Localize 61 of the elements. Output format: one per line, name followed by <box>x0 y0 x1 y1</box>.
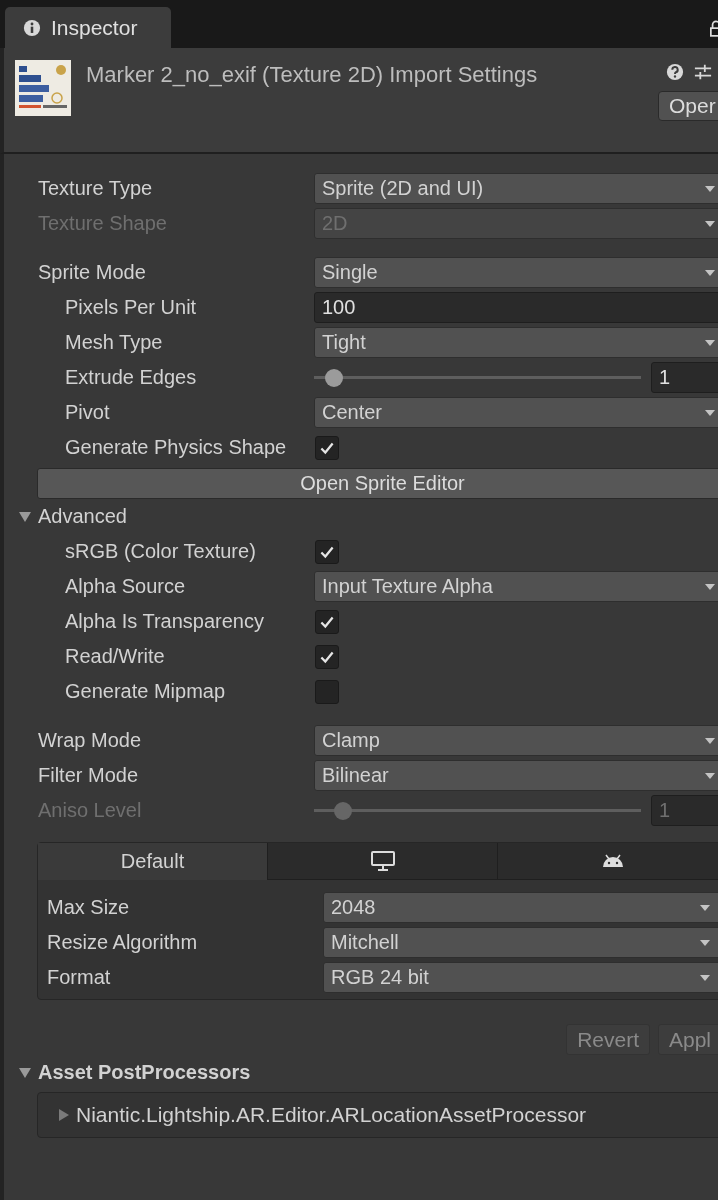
expand-triangle-icon[interactable] <box>57 1108 71 1122</box>
field-label: Alpha Is Transparency <box>65 610 265 633</box>
field-label: Pixels Per Unit <box>65 296 198 319</box>
checkbox[interactable] <box>315 644 339 669</box>
field-label: Max Size <box>47 896 131 919</box>
foldout-label[interactable]: Advanced <box>38 505 314 528</box>
dropdown-arrow-icon <box>700 975 710 981</box>
checkbox[interactable] <box>315 435 339 460</box>
field-label: Extrude Edges <box>65 366 198 389</box>
field-label: Filter Mode <box>38 764 140 787</box>
field-label: Sprite Mode <box>38 261 147 284</box>
open-button[interactable]: Oper <box>658 91 718 121</box>
platform-tab[interactable]: Default <box>38 843 267 880</box>
field-label: Alpha Source <box>65 575 187 598</box>
dropdown[interactable]: Tight <box>314 327 718 358</box>
checkbox[interactable] <box>315 539 339 564</box>
slider-thumb[interactable] <box>324 368 343 387</box>
info-icon <box>23 18 41 37</box>
monitor-icon <box>370 851 395 871</box>
dropdown-arrow-icon <box>700 905 710 911</box>
dropdown-arrow-icon <box>705 410 715 416</box>
dropdown-arrow-icon <box>705 340 715 346</box>
number-field[interactable]: 1 <box>651 362 718 393</box>
inspector-tab[interactable]: Inspector <box>5 7 171 48</box>
dropdown[interactable]: RGB 24 bit <box>323 962 718 993</box>
checkbox[interactable] <box>315 679 339 704</box>
field-label: Read/Write <box>65 645 166 668</box>
dropdown-arrow-icon <box>705 221 715 227</box>
open-sprite-editor-button[interactable]: Open Sprite Editor <box>37 468 718 499</box>
help-icon[interactable] <box>666 63 684 81</box>
dropdown-arrow-icon <box>705 773 715 779</box>
dropdown[interactable]: Mitchell <box>323 927 718 958</box>
dropdown[interactable]: 2048 <box>323 892 718 923</box>
dropdown[interactable]: Bilinear <box>314 760 718 791</box>
dropdown[interactable]: Sprite (2D and UI) <box>314 173 718 204</box>
field-label: Wrap Mode <box>38 729 142 752</box>
dropdown-arrow-icon <box>705 584 715 590</box>
field-label: Texture Type <box>38 177 154 200</box>
dropdown-arrow-icon <box>705 738 715 744</box>
field-label: Pivot <box>65 401 111 424</box>
dropdown-arrow-icon <box>700 940 710 946</box>
dropdown[interactable]: Clamp <box>314 725 718 756</box>
sliders-icon[interactable] <box>694 63 712 81</box>
dropdown[interactable]: Input Texture Alpha <box>314 571 718 602</box>
dropdown-arrow-icon <box>705 270 715 276</box>
dropdown[interactable]: Center <box>314 397 718 428</box>
field-label: Generate Mipmap <box>65 680 227 703</box>
section-heading[interactable]: Asset PostProcessors <box>38 1061 314 1084</box>
import-settings-title: Marker 2_no_exif (Texture 2D) Import Settings <box>86 62 538 89</box>
field-label: sRGB (Color Texture) <box>65 540 257 563</box>
checkbox[interactable] <box>315 609 339 634</box>
foldout-triangle-icon[interactable] <box>18 1065 32 1080</box>
field-label: Generate Physics Shape <box>65 436 288 459</box>
foldout-triangle-icon[interactable] <box>18 509 32 524</box>
dropdown-arrow-icon <box>705 186 715 192</box>
field-label: Mesh Type <box>65 331 164 354</box>
field-label: Resize Algorithm <box>47 931 199 954</box>
dropdown[interactable]: Single <box>314 257 718 288</box>
field-label: Format <box>47 966 112 989</box>
android-platform-tab[interactable] <box>497 843 718 880</box>
number-field[interactable]: 100 <box>314 292 718 323</box>
